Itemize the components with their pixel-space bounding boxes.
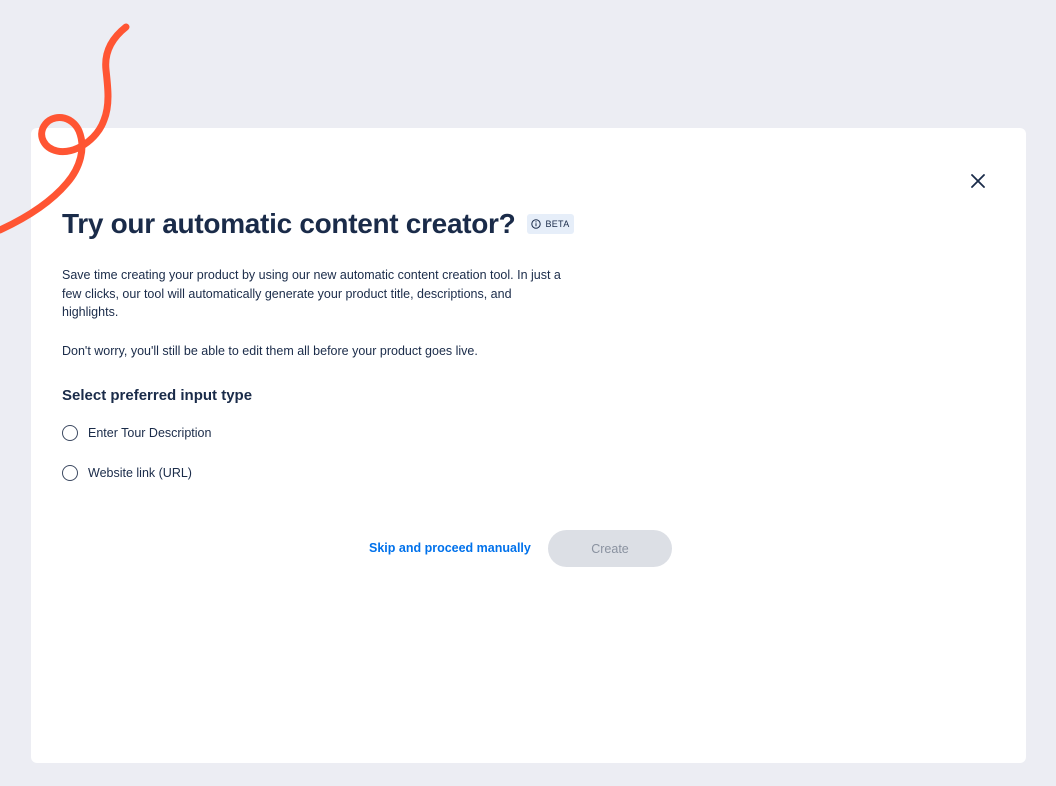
beta-badge-label: BETA — [545, 219, 570, 229]
radio-option-website-link[interactable]: Website link (URL) — [62, 465, 192, 481]
content-creator-modal: Try our automatic content creator? BETA … — [31, 128, 1026, 763]
skip-proceed-manually-link[interactable]: Skip and proceed manually — [369, 541, 531, 555]
page-background: Try our automatic content creator? BETA … — [0, 0, 1056, 786]
create-button[interactable]: Create — [548, 530, 672, 567]
input-type-section-title: Select preferred input type — [62, 387, 253, 404]
modal-note: Don't worry, you'll still be able to edi… — [62, 344, 478, 358]
modal-description: Save time creating your product by using… — [62, 268, 561, 319]
radio-button[interactable] — [62, 465, 78, 481]
title-row: Try our automatic content creator? BETA — [62, 208, 574, 240]
radio-option-tour-description[interactable]: Enter Tour Description — [62, 425, 211, 441]
close-button[interactable] — [967, 170, 989, 192]
radio-label: Enter Tour Description — [88, 426, 212, 440]
radio-label: Website link (URL) — [88, 466, 192, 480]
beta-badge: BETA — [527, 214, 574, 234]
modal-title: Try our automatic content creator? — [62, 208, 516, 239]
close-icon — [971, 174, 985, 188]
radio-button[interactable] — [62, 425, 78, 441]
info-icon — [531, 219, 542, 229]
